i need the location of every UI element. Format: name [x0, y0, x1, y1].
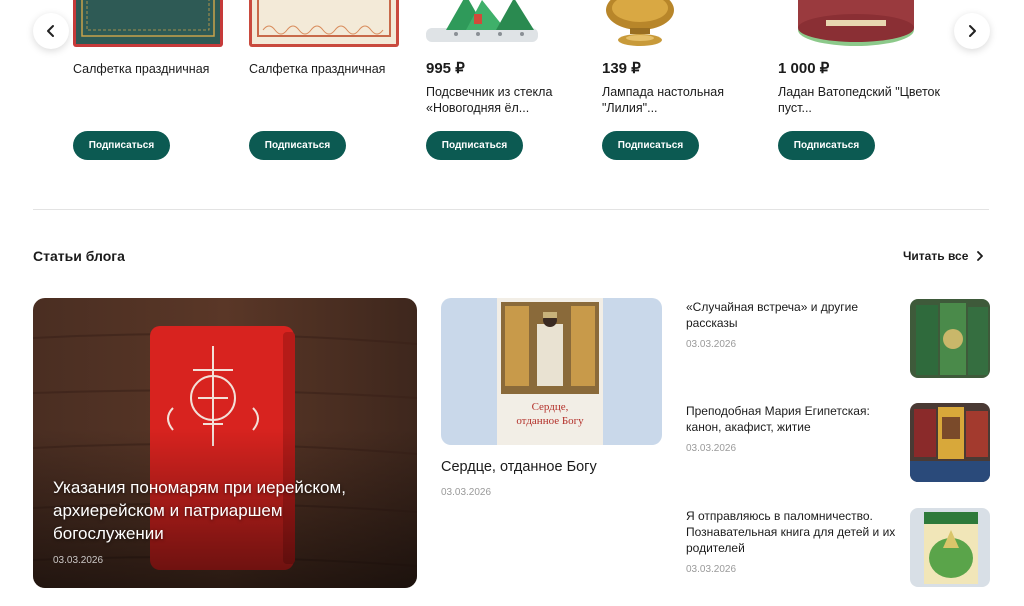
subscribe-button[interactable]: Подписаться [602, 131, 699, 160]
product-image[interactable] [426, 0, 576, 48]
featured-article-date: 03.03.2026 [441, 487, 492, 498]
side-article-title[interactable]: «Случайная встреча» и другие рассказы [686, 299, 896, 331]
product-price: 995 ₽ [426, 60, 465, 77]
product-carousel: Салфетка праздничная Подписаться Салфетк… [0, 0, 1024, 180]
side-article-image[interactable] [910, 403, 990, 482]
product-image[interactable] [73, 0, 223, 48]
product-title[interactable]: Подсвечник из стекла «Новогодняя ёл... [426, 84, 601, 116]
side-article-date: 03.03.2026 [686, 564, 737, 575]
featured-article-image[interactable]: Сердце, отданное Богу [441, 298, 662, 445]
carousel-prev-button[interactable] [33, 13, 69, 49]
product-title[interactable]: Ладан Ватопедский "Цветок пуст... [778, 84, 953, 116]
side-article-date: 03.03.2026 [686, 443, 737, 454]
product-price: 1 000 ₽ [778, 60, 830, 77]
subscribe-button[interactable]: Подписаться [73, 131, 170, 160]
read-all-label: Читать все [903, 249, 969, 263]
side-article-image[interactable] [910, 299, 990, 378]
side-article[interactable]: Я отправляюсь в паломничество. Познавате… [686, 508, 990, 588]
side-article[interactable]: «Случайная встреча» и другие рассказы 03… [686, 299, 990, 379]
product-image[interactable] [602, 0, 752, 48]
side-article[interactable]: Преподобная Мария Египетская: канон, ака… [686, 403, 990, 483]
featured-article-title[interactable]: Сердце, отданное Богу [441, 459, 597, 475]
cover-title-line2: отданное Богу [516, 415, 584, 427]
product-image[interactable] [778, 0, 928, 48]
chevron-right-icon [977, 251, 984, 261]
hero-article-date: 03.03.2026 [53, 555, 104, 566]
carousel-next-button[interactable] [954, 13, 990, 49]
product-title[interactable]: Салфетка праздничная [249, 61, 424, 77]
product-card[interactable]: 995 ₽ Подсвечник из стекла «Новогодняя ё… [426, 0, 576, 170]
product-card[interactable]: 139 ₽ Лампада настольная "Лилия"... Подп… [602, 0, 752, 170]
product-card[interactable]: 1 000 ₽ Ладан Ватопедский "Цветок пуст..… [778, 0, 940, 170]
subscribe-button[interactable]: Подписаться [249, 131, 346, 160]
side-article-title[interactable]: Я отправляюсь в паломничество. Познавате… [686, 508, 896, 556]
hero-article-card[interactable]: Указания пономарям при иерейском, архиер… [33, 298, 417, 588]
product-image[interactable] [249, 0, 399, 48]
product-title[interactable]: Лампада настольная "Лилия"... [602, 84, 777, 116]
featured-article-card[interactable]: Сердце, отданное Богу Сердце, отданное Б… [441, 298, 662, 498]
side-article-date: 03.03.2026 [686, 339, 737, 350]
product-price: 139 ₽ [602, 60, 641, 77]
blog-section-title: Статьи блога [33, 248, 125, 264]
subscribe-button[interactable]: Подписаться [778, 131, 875, 160]
product-card[interactable]: Салфетка праздничная Подписаться [249, 0, 399, 170]
side-article-image[interactable] [910, 508, 990, 587]
section-divider [33, 209, 989, 210]
hero-article-title[interactable]: Указания пономарям при иерейском, архиер… [53, 476, 393, 545]
product-title[interactable]: Салфетка праздничная [73, 61, 248, 77]
cover-title-line1: Сердце, [532, 401, 569, 413]
chevron-left-icon [47, 25, 54, 37]
side-article-title[interactable]: Преподобная Мария Египетская: канон, ака… [686, 403, 896, 435]
read-all-link[interactable]: Читать все [903, 249, 984, 263]
product-card[interactable]: Салфетка праздничная Подписаться [73, 0, 223, 170]
chevron-right-icon [969, 25, 976, 37]
subscribe-button[interactable]: Подписаться [426, 131, 523, 160]
